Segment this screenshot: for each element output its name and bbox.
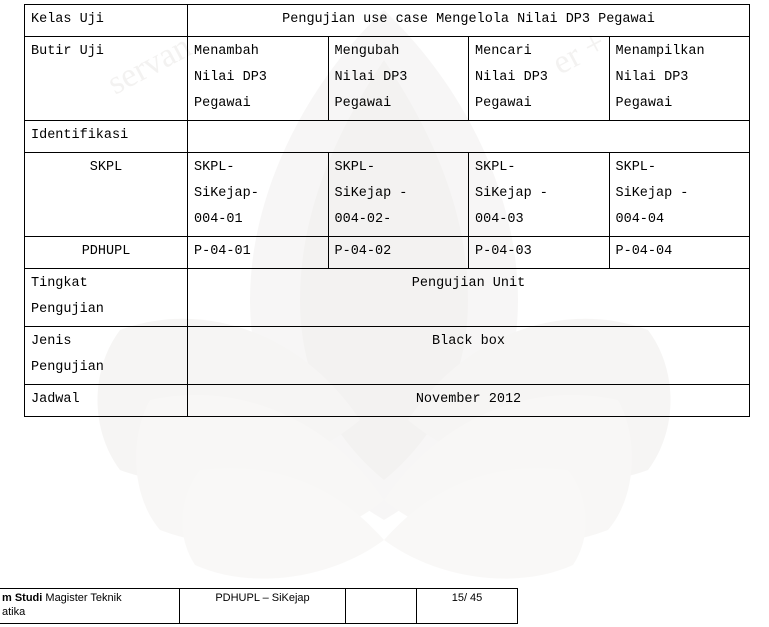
cell-line: Pegawai — [194, 96, 251, 111]
row-value-tingkat-pengujian: Pengujian Unit — [187, 268, 750, 327]
skpl-cell-3: SKPL- SiKejap - 004-03 — [468, 152, 610, 237]
table-row-tingkat-pengujian: Tingkat Pengujian Pengujian Unit — [24, 268, 750, 327]
page-footer-table: m Studi Magister Teknik atika PDHUPL – S… — [0, 588, 518, 624]
butir-uji-cell-2: Mengubah Nilai DP3 Pegawai — [327, 36, 469, 121]
cell-line: Pengujian — [31, 302, 104, 317]
cell-line: Menampilkan — [615, 44, 705, 59]
footer-program-bold: m Studi — [2, 592, 43, 604]
table-row-identifikasi: Identifikasi — [24, 120, 750, 153]
cell-line: Menambah — [194, 44, 259, 59]
cell-line: SiKejap - — [475, 186, 548, 201]
cell-line: Mengubah — [334, 44, 400, 59]
row-label-skpl: SKPL — [24, 152, 188, 237]
pdhupl-cell-4: P-04-04 — [608, 236, 750, 269]
row-value-jadwal: November 2012 — [187, 384, 750, 417]
cell-line: Pegawai — [475, 96, 532, 111]
cell-line: Pegawai — [615, 96, 673, 111]
table-row-jadwal: Jadwal November 2012 — [24, 384, 750, 417]
cell-line: Tingkat — [31, 276, 88, 291]
table-row-skpl: SKPL SKPL- SiKejap- 004-01 SKPL- SiKejap… — [24, 152, 750, 237]
cell-line: SKPL- — [615, 160, 657, 175]
cell-line: 004-03 — [475, 212, 524, 227]
cell-line: Jenis — [31, 334, 72, 349]
table-row-pdhupl: PDHUPL P-04-01 P-04-02 P-04-03 P-04-04 — [24, 236, 750, 269]
pdhupl-cell-1: P-04-01 — [187, 236, 329, 269]
cell-line: SiKejap - — [615, 186, 689, 201]
table-row-jenis-pengujian: Jenis Pengujian Black box — [24, 326, 750, 385]
footer-empty-cell — [345, 588, 417, 624]
footer-program-line2: atika — [2, 606, 26, 618]
row-label-jenis-pengujian: Jenis Pengujian — [24, 326, 188, 385]
row-value-identifikasi — [187, 120, 750, 153]
row-label-jadwal: Jadwal — [24, 384, 188, 417]
cell-line: SKPL- — [334, 160, 376, 175]
pdhupl-cell-3: P-04-03 — [468, 236, 610, 269]
cell-line: Nilai DP3 — [194, 70, 267, 85]
row-value-kelas-uji: Pengujian use case Mengelola Nilai DP3 P… — [187, 4, 750, 37]
cell-line: SKPL- — [475, 160, 516, 175]
skpl-cell-2: SKPL- SiKejap - 004-02- — [327, 152, 469, 237]
footer-row: m Studi Magister Teknik atika PDHUPL – S… — [0, 588, 518, 624]
cell-line: 004-02- — [334, 212, 392, 227]
butir-uji-cell-4: Menampilkan Nilai DP3 Pegawai — [608, 36, 750, 121]
skpl-cell-1: SKPL- SiKejap- 004-01 — [187, 152, 329, 237]
cell-line: 004-01 — [194, 212, 243, 227]
footer-program-rest: Magister Teknik — [42, 592, 122, 604]
cell-line: Mencari — [475, 44, 532, 59]
table-row-butir-uji: Butir Uji Menambah Nilai DP3 Pegawai Men… — [24, 36, 750, 121]
row-label-kelas-uji: Kelas Uji — [24, 4, 188, 37]
test-case-table: Kelas Uji Pengujian use case Mengelola N… — [24, 4, 750, 417]
footer-document-cell: PDHUPL – SiKejap — [179, 588, 346, 624]
row-label-pdhupl: PDHUPL — [24, 236, 188, 269]
table-row-kelas-uji: Kelas Uji Pengujian use case Mengelola N… — [24, 4, 750, 37]
pdhupl-cell-2: P-04-02 — [327, 236, 469, 269]
cell-line: Nilai DP3 — [615, 70, 689, 85]
cell-line: SiKejap - — [334, 186, 408, 201]
cell-line: Pegawai — [334, 96, 392, 111]
butir-uji-cell-3: Mencari Nilai DP3 Pegawai — [468, 36, 610, 121]
cell-line: Nilai DP3 — [334, 70, 408, 85]
skpl-cell-4: SKPL- SiKejap - 004-04 — [608, 152, 750, 237]
butir-uji-cell-1: Menambah Nilai DP3 Pegawai — [187, 36, 329, 121]
row-value-jenis-pengujian: Black box — [187, 326, 750, 385]
footer-page-cell: 15/ 45 — [416, 588, 518, 624]
cell-line: SiKejap- — [194, 186, 259, 201]
cell-line: Pengujian — [31, 360, 104, 375]
cell-line: 004-04 — [615, 212, 665, 227]
cell-line: SKPL- — [194, 160, 235, 175]
row-label-identifikasi: Identifikasi — [24, 120, 188, 153]
row-label-butir-uji: Butir Uji — [24, 36, 188, 121]
cell-line: Nilai DP3 — [475, 70, 548, 85]
footer-program-cell: m Studi Magister Teknik atika — [0, 588, 180, 624]
row-label-tingkat-pengujian: Tingkat Pengujian — [24, 268, 188, 327]
